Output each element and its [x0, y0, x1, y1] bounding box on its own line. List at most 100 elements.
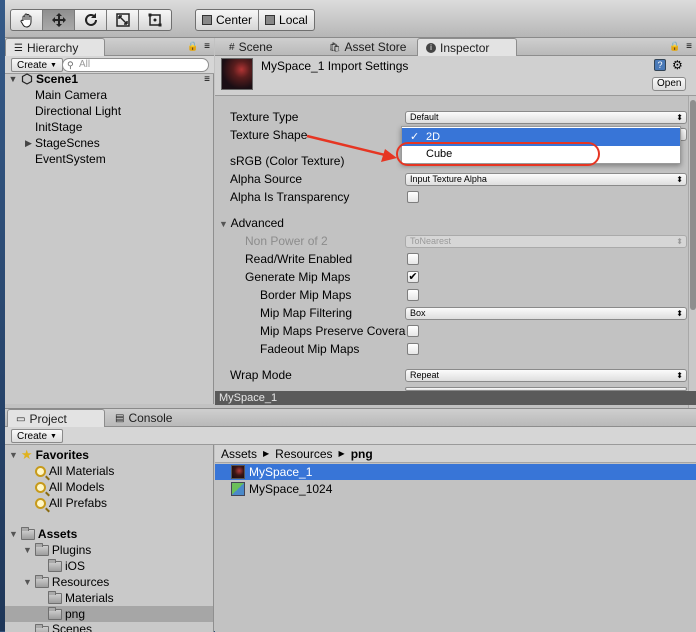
border-mip-checkbox[interactable]: [407, 289, 419, 301]
lock-icon[interactable]: 🔒: [187, 41, 198, 52]
expand-arrow-icon[interactable]: ▶: [22, 138, 35, 149]
folder-row-materials[interactable]: Materials: [48, 590, 114, 606]
tab-scene[interactable]: # Scene: [221, 38, 281, 56]
favorites-row[interactable]: ▼ ★ Favorites: [9, 447, 89, 463]
hierarchy-item[interactable]: ▶ StageScnes: [5, 135, 214, 151]
scene-menu-icon[interactable]: ≡: [204, 74, 210, 85]
read-write-label: Read/Write Enabled: [245, 252, 353, 266]
preview-bar[interactable]: MySpace_1: [215, 391, 696, 405]
move-tool-button[interactable]: [43, 10, 75, 30]
breadcrumb-item[interactable]: Assets: [221, 447, 257, 461]
console-tab-label: Console: [128, 411, 173, 425]
gear-icon[interactable]: ⚙: [672, 58, 683, 72]
advanced-foldout[interactable]: ▼ Advanced: [219, 216, 284, 230]
tab-hierarchy[interactable]: ☰ Hierarchy: [5, 38, 105, 57]
folder-row-resources[interactable]: ▼ Resources: [23, 574, 109, 590]
project-tabbar: ▭ Project ▤ Console: [5, 409, 696, 428]
asset-store-tab-label: Asset Store: [344, 40, 407, 54]
pivot-center-button[interactable]: Center: [196, 10, 260, 30]
preview-label: MySpace_1: [219, 392, 278, 404]
assets-row[interactable]: ▼ Assets: [9, 526, 77, 542]
expand-arrow-icon: ▼: [23, 577, 32, 587]
alpha-source-value: Input Texture Alpha: [410, 174, 487, 184]
hierarchy-item[interactable]: Directional Light: [5, 103, 214, 119]
folder-row-png[interactable]: png: [5, 606, 213, 622]
check-mark-icon: ✔: [408, 271, 418, 283]
hierarchy-create-button[interactable]: Create ▼: [11, 58, 63, 72]
wrap-mode-popup[interactable]: Repeat ⬍: [405, 369, 687, 382]
pivot-space-button[interactable]: Local: [259, 10, 314, 30]
fadeout-mip-label: Fadeout Mip Maps: [260, 342, 360, 356]
folder-row-plugins[interactable]: ▼ Plugins: [23, 542, 91, 558]
texture-type-popup[interactable]: Default ⬍: [405, 111, 687, 124]
assets-label: Assets: [37, 527, 78, 541]
inspector-scrollbar[interactable]: [688, 96, 696, 421]
advanced-label: Advanced: [230, 216, 284, 230]
tab-console[interactable]: ▤ Console: [107, 409, 180, 427]
hierarchy-item-label: EventSystem: [35, 152, 106, 166]
console-icon: ▤: [115, 412, 125, 424]
folder-icon: [35, 624, 49, 632]
hierarchy-tab-icon: ☰: [14, 42, 23, 54]
alpha-transparency-checkbox[interactable]: [407, 191, 419, 203]
tab-asset-store[interactable]: 🛍 Asset Store: [321, 38, 414, 56]
hierarchy-item-label: Directional Light: [35, 104, 122, 118]
hierarchy-item[interactable]: EventSystem: [5, 151, 214, 167]
hand-tool-button[interactable]: [11, 10, 43, 30]
read-write-checkbox[interactable]: [407, 253, 419, 265]
transform-tools: [10, 9, 172, 31]
rect-tool-button[interactable]: [139, 10, 171, 30]
expand-arrow-icon: ▼: [219, 219, 228, 229]
panel-menu-icon[interactable]: ≡: [686, 41, 692, 52]
expand-arrow-icon: ▼: [9, 529, 18, 539]
alpha-source-popup[interactable]: Input Texture Alpha ⬍: [405, 173, 687, 186]
project-panel: ▭ Project ▤ Console Create ▼ ▼ ★ Favorit…: [5, 408, 696, 632]
scale-tool-button[interactable]: [107, 10, 139, 30]
scene-row[interactable]: ▼ Scene1 ≡: [5, 71, 214, 87]
wrap-mode-label: Wrap Mode: [230, 368, 292, 382]
mip-preserve-checkbox[interactable]: [407, 325, 419, 337]
asset-row[interactable]: MySpace_1: [215, 464, 696, 480]
rotate-tool-button[interactable]: [75, 10, 107, 30]
hierarchy-item[interactable]: Main Camera: [5, 87, 214, 103]
scrollbar-thumb[interactable]: [690, 100, 696, 310]
inspector-title: MySpace_1 Import Settings: [261, 59, 409, 73]
lock-icon[interactable]: 🔒: [669, 41, 680, 52]
favorite-item[interactable]: All Models: [35, 479, 104, 495]
project-create-button[interactable]: Create ▼: [11, 429, 63, 443]
wrap-mode-value: Repeat: [410, 370, 440, 380]
favorite-item[interactable]: All Prefabs: [35, 495, 107, 511]
folder-label: Resources: [51, 575, 110, 589]
tab-inspector[interactable]: i Inspector: [417, 38, 517, 57]
mip-filtering-popup[interactable]: Box ⬍: [405, 307, 687, 320]
generate-mip-checkbox[interactable]: ✔: [407, 271, 419, 283]
expand-arrow-icon[interactable]: ▼: [8, 74, 18, 84]
hierarchy-item-label: InitStage: [35, 120, 83, 134]
tab-project[interactable]: ▭ Project: [7, 409, 105, 428]
inspector-tabbar: # Scene 🛍 Asset Store i Inspector 🔒 ≡: [215, 38, 696, 57]
open-button[interactable]: Open: [652, 77, 687, 91]
unity-editor-window: Center Local ☰ Hierarchy 🔒 ≡ Create ▼ ⚲ …: [5, 0, 696, 632]
favorite-item-label: All Materials: [49, 464, 115, 478]
border-mip-label: Border Mip Maps: [260, 288, 352, 302]
breadcrumb-item[interactable]: Resources: [275, 447, 332, 461]
texture-type-label: Texture Type: [230, 110, 299, 124]
inspector-tab-label: Inspector: [440, 41, 490, 55]
fadeout-mip-checkbox[interactable]: [407, 343, 419, 355]
folder-icon: [48, 558, 62, 572]
mip-filtering-value: Box: [410, 308, 426, 318]
hierarchy-create-label: Create: [17, 59, 48, 71]
panel-menu-icon[interactable]: ≡: [204, 41, 210, 52]
project-tab-label: Project: [29, 412, 67, 426]
folder-row-ios[interactable]: iOS: [48, 558, 85, 574]
asset-row[interactable]: MySpace_1024: [215, 481, 696, 497]
breadcrumb-item[interactable]: png: [351, 447, 373, 461]
hierarchy-search-input[interactable]: ⚲ All: [62, 58, 209, 72]
favorite-item[interactable]: All Materials: [35, 463, 114, 479]
folder-icon: [20, 526, 35, 540]
breadcrumb-separator-icon: ▶: [338, 449, 345, 458]
help-icon[interactable]: ?: [654, 59, 666, 71]
popup-arrow-icon: ⬍: [676, 237, 683, 246]
texture-type-value: Default: [410, 112, 439, 122]
hierarchy-item[interactable]: InitStage: [5, 119, 214, 135]
